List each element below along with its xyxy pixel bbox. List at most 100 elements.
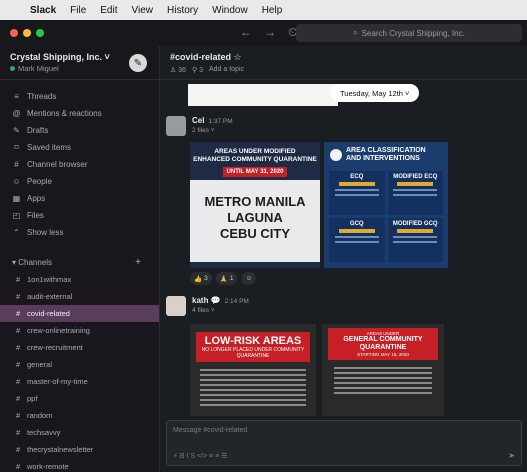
classification-cell: MODIFIED GCQ [387, 218, 443, 262]
thumbs-up-icon: 👍 [194, 275, 203, 283]
gcq-banner: AREAS UNDER GENERAL COMMUNITY QUARANTINE… [328, 328, 438, 360]
reaction-thumbs-up[interactable]: 👍 3 [190, 272, 212, 285]
low-risk-title: LOW-RISK AREAS [204, 335, 302, 347]
sidebar-item-label: Saved items [27, 143, 72, 152]
channel-random[interactable]: # random [0, 407, 159, 424]
channel-work-remote[interactable]: # work-remote [0, 458, 159, 472]
low-risk-infographic[interactable]: LOW-RISK AREAS NO LONGER PLACED UNDER CO… [190, 324, 316, 416]
search-bar[interactable]: ⌕ Search Crystal Shipping, Inc. [296, 24, 522, 42]
files-toggle[interactable]: 2 files ˅ [192, 127, 215, 134]
classification-infographic[interactable]: AREA CLASSIFICATION AND INTERVENTIONS EC… [324, 142, 448, 268]
gcq-title-line: QUARANTINE [359, 344, 407, 351]
avatar[interactable] [166, 116, 186, 136]
menu-edit[interactable]: Edit [100, 5, 117, 16]
author-name[interactable]: kath 💬 [192, 296, 221, 305]
channels-section-header[interactable]: ▾ Channels + [0, 253, 159, 271]
channel-label: techsavvy [27, 428, 61, 437]
classification-cell: MODIFIED ECQ [387, 171, 443, 215]
author-name[interactable]: Cel [192, 116, 204, 125]
message-composer[interactable]: Message #covid-related ⚡ B I S </> ≡ ≡ ☰… [166, 420, 522, 466]
sidebar-item-people[interactable]: ☺ People [0, 173, 159, 190]
hash-icon: # [16, 377, 21, 386]
menu-slack[interactable]: Slack [30, 5, 56, 16]
channel-label: ppf [27, 394, 38, 403]
menu-window[interactable]: Window [212, 5, 248, 16]
sidebar-item-mentions[interactable]: @ Mentions & reactions [0, 105, 159, 122]
sidebar-item-show-less[interactable]: ⌃ Show less [0, 224, 159, 241]
message-time[interactable]: 1:37 PM [208, 118, 232, 125]
channel-label: audit-external [27, 292, 73, 301]
files-toggle[interactable]: 4 files ˅ [192, 307, 215, 314]
hash-icon: # [16, 445, 21, 454]
zoom-window-button[interactable] [36, 29, 44, 37]
region-row [200, 379, 306, 381]
message-author: kath 💬 2:14 PM [192, 296, 249, 305]
channels-label: Channels [18, 257, 53, 267]
hash-icon: # [16, 275, 21, 284]
sidebar-item-saved[interactable]: ⌑ Saved items [0, 139, 159, 156]
city-name: CEBU CITY [219, 226, 291, 241]
channel-meta: ♙ 36 ⚲ 3 Add a topic [170, 66, 517, 74]
classification-header: AREA CLASSIFICATION AND INTERVENTIONS [324, 142, 448, 168]
menu-view[interactable]: View [132, 5, 154, 16]
sidebar-item-label: Files [27, 211, 44, 220]
close-window-button[interactable] [10, 29, 18, 37]
channel-list: #1on1withmax # audit-external # covid-rela… [0, 271, 159, 472]
hash-icon: # [16, 343, 21, 352]
sidebar-item-apps[interactable]: ▦ Apps [0, 190, 159, 207]
workspace-header[interactable]: Crystal Shipping, Inc. ˅ Mark Miguel ✎ [0, 46, 159, 80]
channel-crew-recruitment[interactable]: # crew-recruitment [0, 339, 159, 356]
channel-ppf[interactable]: # ppf [0, 390, 159, 407]
forward-arrow-icon[interactable]: → [264, 25, 276, 40]
compose-icon[interactable]: ✎ [129, 54, 147, 72]
channel-title[interactable]: #covid-related ☆ [170, 52, 517, 63]
minimize-window-button[interactable] [23, 29, 31, 37]
region-row [200, 404, 306, 406]
menu-file[interactable]: File [70, 5, 86, 16]
sidebar-item-drafts[interactable]: ✎ Drafts [0, 122, 159, 139]
region-row [334, 372, 432, 374]
gcq-infographic[interactable]: AREAS UNDER GENERAL COMMUNITY QUARANTINE… [322, 324, 444, 416]
add-channel-icon[interactable]: + [135, 257, 141, 268]
menu-history[interactable]: History [167, 5, 198, 16]
channel-master-of-my-time[interactable]: # master-of-my-time [0, 373, 159, 390]
channel-general[interactable]: # general [0, 356, 159, 373]
sidebar: Crystal Shipping, Inc. ˅ Mark Miguel ✎ ≡… [0, 46, 160, 472]
region-row [334, 377, 432, 379]
sidebar-item-channel-browser[interactable]: # Channel browser [0, 156, 159, 173]
region-row [200, 369, 306, 371]
banner-line: ENHANCED COMMUNITY QUARANTINE [193, 156, 317, 163]
current-user: Mark Miguel [10, 64, 149, 73]
ecq-infographic[interactable]: AREAS UNDER MODIFIED ENHANCED COMMUNITY … [190, 142, 320, 268]
channel-audit-external[interactable]: # audit-external [0, 288, 159, 305]
cell-line [393, 241, 438, 243]
sidebar-item-threads[interactable]: ≡ Threads [0, 88, 159, 105]
reaction-count: 1 [229, 275, 234, 282]
classification-grid: ECQ MODIFIED ECQ GCQ MODIFIED GCQ [324, 168, 448, 265]
pin-count[interactable]: ⚲ 3 [192, 66, 203, 74]
sidebar-item-label: People [27, 177, 52, 186]
hash-icon: # [16, 326, 21, 335]
date-divider[interactable]: Tuesday, May 12th ˅ [330, 84, 420, 102]
menu-help[interactable]: Help [262, 5, 283, 16]
add-topic-link[interactable]: Add a topic [209, 66, 244, 74]
cell-label: MODIFIED GCQ [392, 221, 438, 227]
cell-bar [338, 182, 375, 186]
avatar[interactable] [166, 296, 186, 316]
add-reaction-button[interactable]: ☺ [241, 272, 257, 285]
channel-covid-related[interactable]: # covid-related [0, 305, 159, 322]
channel-techsavvy[interactable]: # techsavvy [0, 424, 159, 441]
send-icon[interactable]: ➤ [508, 451, 515, 460]
sidebar-item-files[interactable]: ◰ Files [0, 207, 159, 224]
message-time[interactable]: 2:14 PM [225, 298, 249, 305]
channel-1on1withmax[interactable]: #1on1withmax [0, 271, 159, 288]
member-count[interactable]: ♙ 36 [170, 66, 186, 74]
back-arrow-icon[interactable]: ← [240, 25, 252, 40]
channel-thecrystalnewsletter[interactable]: # thecrystalnewsletter [0, 441, 159, 458]
pray-icon: 🙏 [219, 275, 228, 283]
message-input[interactable]: Message #covid-related [173, 427, 247, 434]
channel-crew-onlinetraining[interactable]: # crew-onlinetraining [0, 322, 159, 339]
reaction-pray[interactable]: 🙏 1 [215, 272, 238, 285]
formatting-toolbar[interactable]: ⚡ B I S </> ≡ ≡ ☰ [173, 452, 227, 460]
cell-line [334, 236, 379, 238]
